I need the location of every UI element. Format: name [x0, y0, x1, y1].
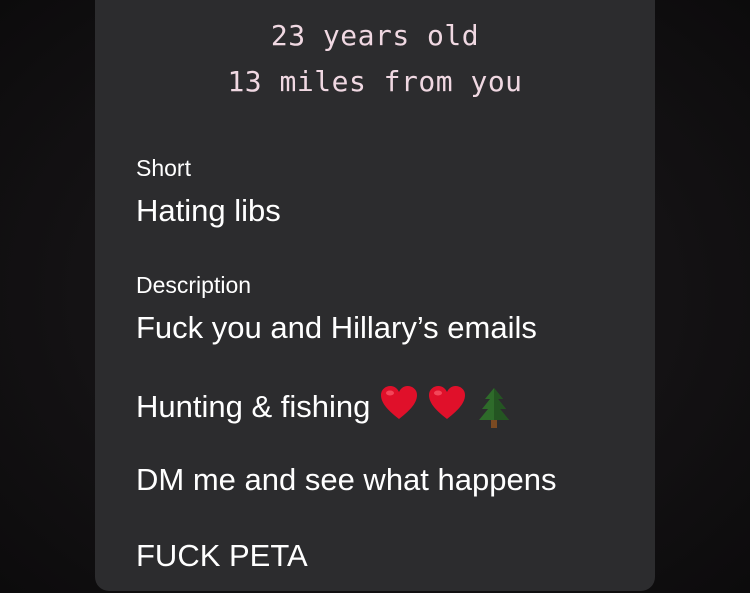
evergreen-tree-icon — [476, 387, 512, 429]
description-line: Hunting & fishing — [136, 389, 371, 424]
description-line: FUCK PETA — [136, 538, 308, 573]
description-line: DM me and see what happens — [136, 462, 557, 497]
red-heart-icon — [428, 385, 466, 429]
profile-card: 23 years old 13 miles from you Short Hat… — [95, 0, 655, 591]
distance-text: 13 miles from you — [227, 65, 523, 98]
short-label: Short — [136, 155, 191, 181]
age-text: 23 years old — [270, 19, 480, 52]
short-value: Hating libs — [136, 193, 281, 228]
red-heart-icon — [380, 385, 418, 429]
description-label: Description — [136, 272, 252, 298]
description-line: Fuck you and Hillary’s emails — [136, 310, 537, 345]
description-line-with-emojis: Hunting & fishing — [136, 385, 512, 429]
